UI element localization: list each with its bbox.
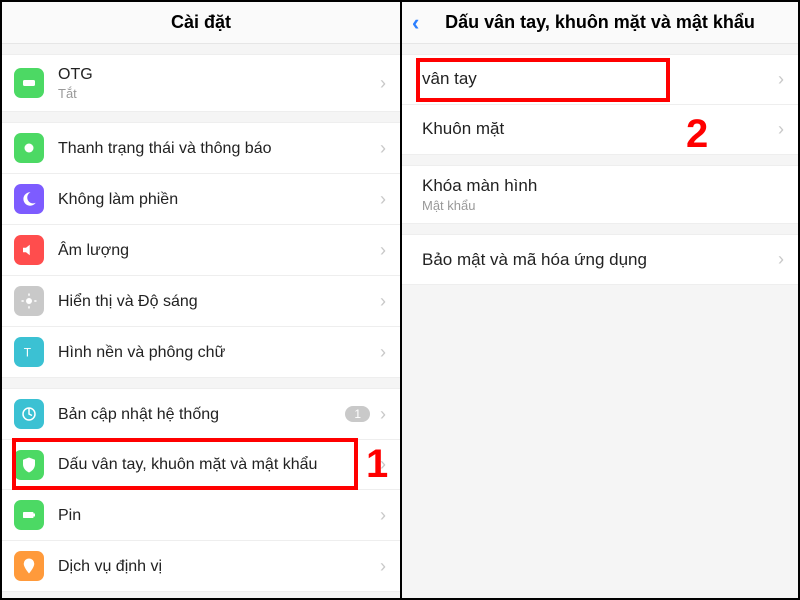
chevron-right-icon: › [778,69,784,90]
row-otg[interactable]: OTG Tắt › [2,54,400,112]
row-brightness[interactable]: Hiển thị và Độ sáng › [2,275,400,326]
row-label: Âm lượng [58,241,374,260]
settings-panel: Cài đặt OTG Tắt › Thanh trạng thái và th… [2,2,402,598]
location-icon [14,551,44,581]
chevron-right-icon: › [380,240,386,261]
row-sublabel: Mật khẩu [422,198,784,213]
back-button[interactable]: ‹ [412,12,419,34]
font-icon: T [14,337,44,367]
volume-icon [14,235,44,265]
row-system-update[interactable]: Bản cập nhật hệ thống 1 › [2,388,400,439]
row-dnd[interactable]: Không làm phiền › [2,173,400,224]
row-label: Hiển thị và Độ sáng [58,292,374,311]
row-label: OTG [58,65,374,84]
update-badge: 1 [345,406,370,422]
row-app-encryption[interactable]: Bảo mật và mã hóa ứng dụng › [402,234,798,285]
row-fingerprint[interactable]: vân tay › [402,54,798,104]
moon-icon [14,184,44,214]
group-system: Bản cập nhật hệ thống 1 › Dấu vân tay, k… [2,388,400,592]
settings-header: Cài đặt [2,2,400,44]
security-header: ‹ Dấu vân tay, khuôn mặt và mật khẩu [402,2,798,44]
row-label: Hình nền và phông chữ [58,343,374,362]
brightness-icon [14,286,44,316]
row-wallpaper-font[interactable]: T Hình nền và phông chữ › [2,326,400,378]
row-label: Bảo mật và mã hóa ứng dụng [422,250,772,270]
update-icon [14,399,44,429]
row-label: Khóa màn hình [422,176,784,196]
row-label: Không làm phiền [58,190,374,209]
row-statusbar[interactable]: Thanh trạng thái và thông báo › [2,122,400,173]
group-encryption: Bảo mật và mã hóa ứng dụng › [402,234,798,285]
chevron-right-icon: › [380,189,386,210]
row-label: Thanh trạng thái và thông báo [58,139,374,158]
row-label: Dịch vụ định vị [58,557,374,576]
chevron-right-icon: › [778,249,784,270]
row-fingerprint-face-password[interactable]: Dấu vân tay, khuôn mặt và mật khẩu › [2,439,400,489]
group-biometrics: vân tay › Khuôn mặt › [402,54,798,155]
group-connectivity: OTG Tắt › [2,54,400,112]
row-sublabel: Tắt [58,86,374,101]
chevron-right-icon: › [380,404,386,425]
chevron-right-icon: › [380,291,386,312]
shield-icon [14,450,44,480]
settings-title: Cài đặt [171,12,231,32]
battery-icon [14,500,44,530]
security-panel: ‹ Dấu vân tay, khuôn mặt và mật khẩu vân… [402,2,798,598]
row-label: Khuôn mặt [422,119,772,139]
row-label: Bản cập nhật hệ thống [58,405,345,424]
row-location[interactable]: Dịch vụ định vị › [2,540,400,592]
group-display: Thanh trạng thái và thông báo › Không là… [2,122,400,378]
svg-text:T: T [24,346,32,360]
row-label: Pin [58,506,374,525]
chevron-right-icon: › [778,119,784,140]
bell-icon [14,133,44,163]
row-battery[interactable]: Pin › [2,489,400,540]
row-face[interactable]: Khuôn mặt › [402,104,798,155]
chevron-right-icon: › [380,138,386,159]
chevron-right-icon: › [380,342,386,363]
row-label: Dấu vân tay, khuôn mặt và mật khẩu [58,455,374,474]
group-lockscreen: Khóa màn hình Mật khẩu [402,165,798,224]
chevron-right-icon: › [380,556,386,577]
row-lockscreen[interactable]: Khóa màn hình Mật khẩu [402,165,798,224]
chevron-right-icon: › [380,454,386,475]
row-volume[interactable]: Âm lượng › [2,224,400,275]
chevron-right-icon: › [380,505,386,526]
chevron-right-icon: › [380,73,386,94]
security-title: Dấu vân tay, khuôn mặt và mật khẩu [445,12,755,32]
row-label: vân tay [422,69,772,89]
otg-icon [14,68,44,98]
